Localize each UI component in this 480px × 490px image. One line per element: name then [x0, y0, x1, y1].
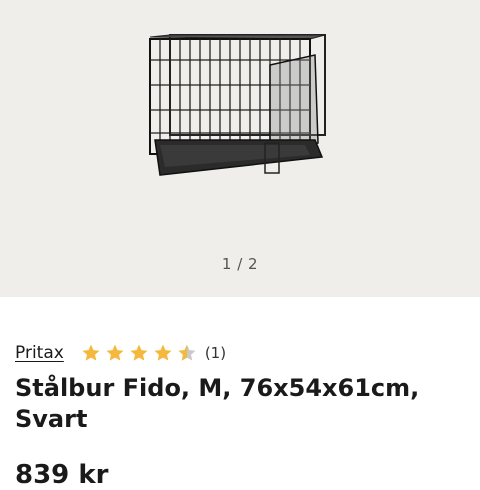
star-icon — [82, 344, 100, 361]
brand-link[interactable]: Pritax — [15, 343, 64, 363]
product-price: 839 kr — [15, 460, 109, 490]
star-icon — [130, 344, 148, 361]
star-icon — [106, 344, 124, 361]
star-icon — [154, 344, 172, 361]
product-image-gallery[interactable]: 1 / 2 — [0, 0, 480, 297]
brand-rating-row: Pritax (1) — [15, 343, 226, 363]
product-title: Stålbur Fido, M, 76x54x61cm, Svart — [15, 374, 420, 433]
star-half-icon — [178, 344, 196, 361]
product-image[interactable] — [140, 25, 340, 185]
rating-stars[interactable]: (1) — [81, 343, 226, 363]
review-count[interactable]: (1) — [205, 344, 226, 362]
image-pager: 1 / 2 — [221, 255, 259, 273]
product-info: Pritax (1) Stålbur Fido, M, 76x54x61cm, … — [0, 297, 480, 490]
